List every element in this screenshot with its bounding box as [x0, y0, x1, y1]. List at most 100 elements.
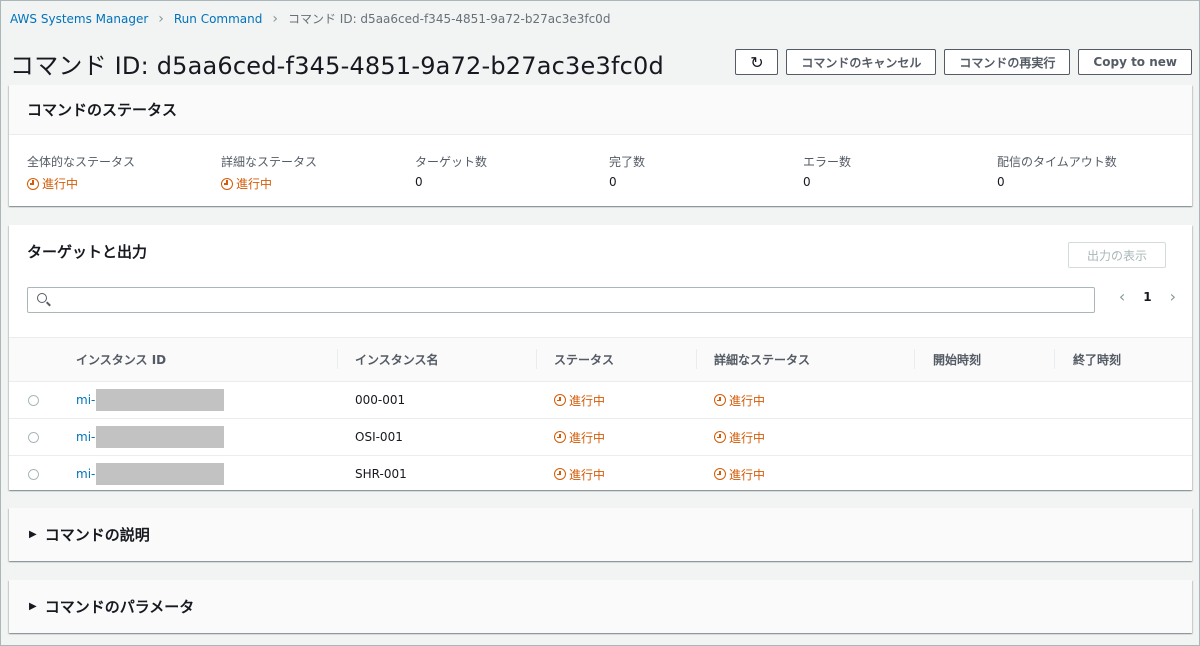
- row-radio-button[interactable]: [28, 394, 39, 406]
- refresh-icon: ↻: [750, 52, 764, 72]
- instance-name-cell: OSI-001: [355, 430, 403, 444]
- clock-icon: [27, 177, 39, 190]
- status-stat-value: 進行中: [27, 175, 221, 193]
- status-text: 進行中: [42, 177, 79, 191]
- instance-id-link[interactable]: mi-: [76, 393, 95, 407]
- status-stat-value: 0: [803, 175, 811, 189]
- status-in-progress: 進行中: [714, 392, 765, 409]
- status-stat-label: 完了数: [609, 155, 646, 169]
- cancel-command-button[interactable]: コマンドのキャンセル: [786, 49, 937, 75]
- copy-to-new-button[interactable]: Copy to new: [1078, 49, 1192, 75]
- targets-outputs-title: ターゲットと出力: [27, 243, 148, 261]
- command-status-title: コマンドのステータス: [27, 101, 178, 119]
- page-title: コマンド ID: d5aa6ced-f345-4851-9a72-b27ac3e…: [10, 52, 664, 80]
- command-status-panel: コマンドのステータス 全体的なステータス 進行中 詳細なステータス 進行中 ターゲット数…: [9, 85, 1192, 206]
- status-in-progress: 進行中: [27, 175, 78, 192]
- column-instance-name[interactable]: インスタンス名: [337, 338, 439, 381]
- status-stat: 全体的なステータス進行中: [27, 153, 221, 193]
- targets-table: インスタンス ID インスタンス名 ステータス 詳細なステータス 開始時刻 終了…: [9, 337, 1192, 492]
- command-parameters-title: コマンドのパラメータ: [44, 598, 195, 616]
- detailed-status-cell: 進行中: [714, 382, 765, 418]
- status-cell: 進行中: [554, 456, 605, 492]
- breadcrumb-systems-manager[interactable]: AWS Systems Manager: [10, 12, 148, 26]
- command-parameters-section[interactable]: ▶ コマンドのパラメータ: [9, 580, 1192, 633]
- search-input[interactable]: [54, 290, 1088, 312]
- chevron-right-icon: ›: [158, 10, 164, 27]
- column-status[interactable]: ステータス: [536, 338, 614, 381]
- breadcrumb-current: コマンド ID: d5aa6ced-f345-4851-9a72-b27ac3e…: [287, 12, 611, 26]
- instance-id-cell: mi-: [76, 382, 225, 418]
- show-output-button[interactable]: 出力の表示: [1067, 242, 1166, 268]
- row-select-cell: [28, 382, 39, 418]
- status-text: 進行中: [729, 393, 766, 408]
- redacted-block: [96, 426, 225, 448]
- instance-id-link[interactable]: mi-: [76, 467, 95, 481]
- status-stat-label: エラー数: [803, 155, 852, 169]
- instance-name-cell: SHR-001: [355, 467, 407, 481]
- command-description-section[interactable]: ▶ コマンドの説明: [9, 508, 1192, 561]
- clock-icon: [554, 394, 566, 406]
- status-text: 進行中: [729, 430, 766, 445]
- table-row[interactable]: mi- OSI-001 進行中 進行中: [9, 419, 1192, 456]
- status-stat: エラー数 0: [803, 153, 997, 193]
- status-cell: 進行中: [554, 419, 605, 455]
- row-select-cell: [28, 456, 39, 492]
- redacted-block: [96, 389, 225, 411]
- breadcrumb: AWS Systems Manager › Run Command › コマンド…: [10, 10, 610, 27]
- status-stat-value: 0: [415, 175, 423, 189]
- current-page-number[interactable]: 1: [1143, 290, 1151, 304]
- table-row[interactable]: mi- 000-001 進行中 進行中: [9, 382, 1192, 419]
- status-stat-label: ターゲット数: [415, 155, 488, 169]
- row-select-cell: [28, 419, 39, 455]
- status-stats: 全体的なステータス 進行中 詳細なステータス 進行中 ターゲット数 0 完了数 0 エラー数 0 配…: [9, 135, 1192, 193]
- status-stat: ターゲット数 0: [415, 153, 609, 193]
- status-text: 進行中: [729, 467, 766, 482]
- column-detailed-status[interactable]: 詳細なステータス: [696, 338, 810, 381]
- status-stat-value: 0: [997, 175, 1005, 189]
- status-text: 進行中: [236, 177, 273, 191]
- status-text: 進行中: [569, 467, 606, 482]
- clock-icon: [221, 177, 233, 190]
- caret-right-icon: ▶: [29, 601, 37, 612]
- column-start-time[interactable]: 開始時刻: [914, 338, 981, 381]
- status-in-progress: 進行中: [714, 429, 765, 446]
- status-text: 進行中: [569, 393, 606, 408]
- status-in-progress: 進行中: [554, 392, 605, 409]
- command-description-title: コマンドの説明: [44, 526, 150, 544]
- instance-id-link[interactable]: mi-: [76, 430, 95, 444]
- instance-id-cell: mi-: [76, 419, 225, 455]
- clock-icon: [714, 394, 726, 406]
- breadcrumb-run-command[interactable]: Run Command: [174, 12, 263, 26]
- column-end-time[interactable]: 終了時刻: [1054, 338, 1121, 381]
- table-body: mi- 000-001 進行中 進行中 mi- OSI-001 進行中 進行中 mi- SHR-0…: [9, 382, 1192, 492]
- clock-icon: [714, 468, 726, 480]
- status-stat: 完了数 0: [609, 153, 803, 193]
- previous-page-icon[interactable]: ‹: [1119, 287, 1125, 306]
- table-row[interactable]: mi- SHR-001 進行中 進行中: [9, 456, 1192, 492]
- column-instance-id[interactable]: インスタンス ID: [76, 338, 166, 381]
- caret-right-icon: ▶: [29, 529, 37, 540]
- detailed-status-cell: 進行中: [714, 419, 765, 455]
- row-radio-button[interactable]: [28, 431, 39, 443]
- pagination: ‹ 1 ›: [1119, 287, 1176, 306]
- search-field[interactable]: [27, 287, 1095, 313]
- rerun-command-button[interactable]: コマンドの再実行: [944, 49, 1071, 75]
- search-icon: [37, 293, 47, 303]
- instance-name-cell: 000-001: [355, 393, 406, 407]
- row-radio-button[interactable]: [28, 468, 39, 480]
- clock-icon: [554, 431, 566, 443]
- status-in-progress: 進行中: [221, 175, 272, 192]
- status-text: 進行中: [569, 430, 606, 445]
- detailed-status-cell: 進行中: [714, 456, 765, 492]
- header-actions: ↻ コマンドのキャンセル コマンドの再実行 Copy to new: [735, 49, 1192, 75]
- refresh-button[interactable]: ↻: [735, 49, 779, 75]
- status-stat-value: 進行中: [221, 175, 415, 193]
- status-stat-label: 配信のタイムアウト数: [997, 155, 1117, 169]
- status-stat: 配信のタイムアウト数 0: [997, 153, 1191, 193]
- instance-id-cell: mi-: [76, 456, 225, 492]
- next-page-icon[interactable]: ›: [1170, 287, 1176, 306]
- status-stat-label: 詳細なステータス: [221, 155, 318, 169]
- clock-icon: [554, 468, 566, 480]
- status-in-progress: 進行中: [554, 429, 605, 446]
- status-stat-label: 全体的なステータス: [27, 155, 136, 169]
